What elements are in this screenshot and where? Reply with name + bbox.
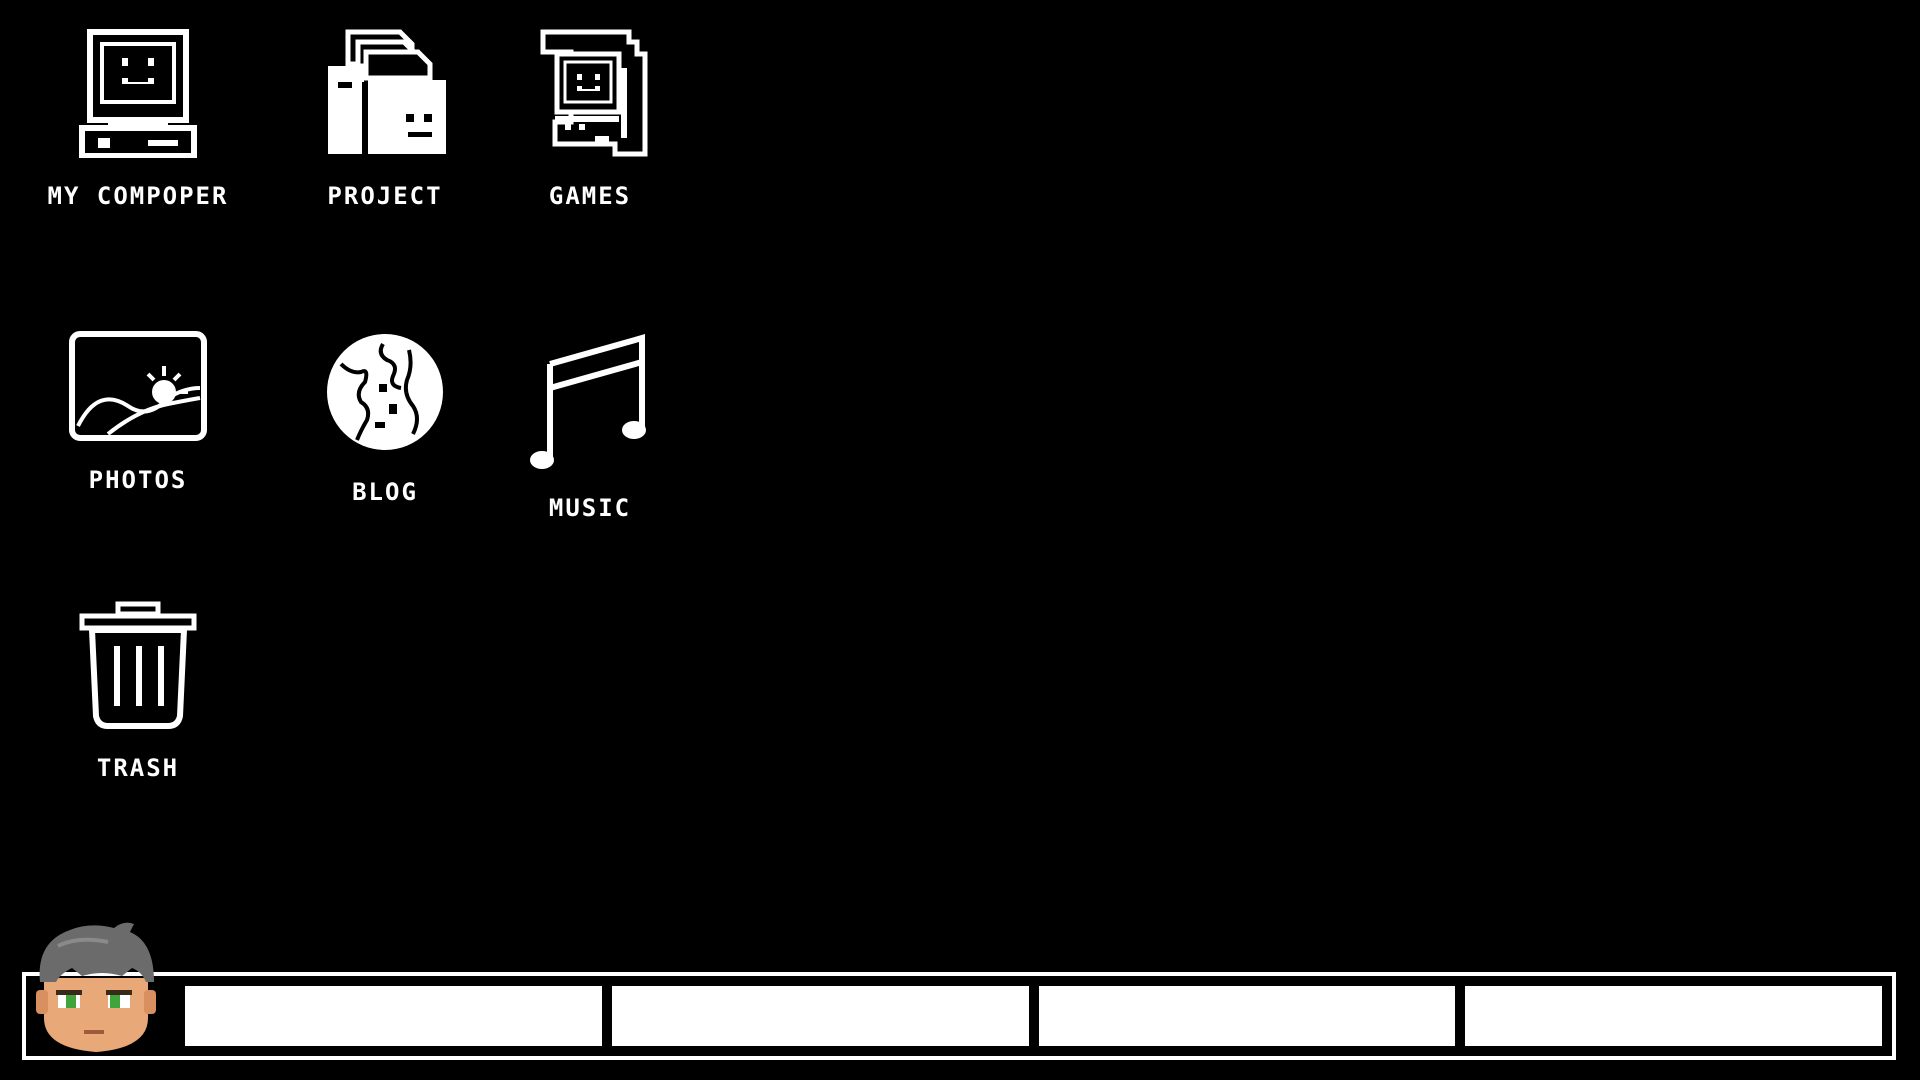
start-avatar-button[interactable] [28,918,168,1056]
desktop-icon-blog[interactable]: BLOG [275,330,495,550]
desktop-icon-photos[interactable]: PHOTOS [28,330,248,550]
icon-label: PHOTOS [88,466,188,494]
globe-icon [327,334,443,450]
computer-icon [79,29,197,158]
desktop-icon-project[interactable]: PROJECT [275,28,495,248]
desktop-icon-my-computer[interactable]: MY COMPOPER [28,28,248,248]
taskbar [22,972,1896,1060]
icon-label: GAMES [548,182,632,210]
icon-label: MUSIC [548,494,632,522]
taskbar-slot[interactable] [1036,984,1458,1048]
taskbar-slot[interactable] [1463,984,1884,1048]
arcade-cabinet-icon [540,29,648,157]
photo-landscape-icon [69,331,207,441]
icon-label: TRASH [96,754,180,782]
icon-label: BLOG [352,478,418,506]
user-avatar-icon [36,922,156,1052]
taskbar-slots [183,984,1884,1048]
taskbar-slot[interactable] [609,984,1031,1048]
icon-label: MY COMPOPER [47,182,229,210]
desktop-icon-games[interactable]: GAMES [480,28,700,248]
taskbar-slot[interactable] [183,984,604,1048]
desktop-icon-music[interactable]: MUSIC [480,330,700,550]
desktop-icon-trash[interactable]: TRASH [28,600,248,820]
music-note-icon [530,334,646,469]
trash-can-icon [79,601,197,729]
icon-label: PROJECT [327,182,443,210]
folder-icon [328,29,446,154]
